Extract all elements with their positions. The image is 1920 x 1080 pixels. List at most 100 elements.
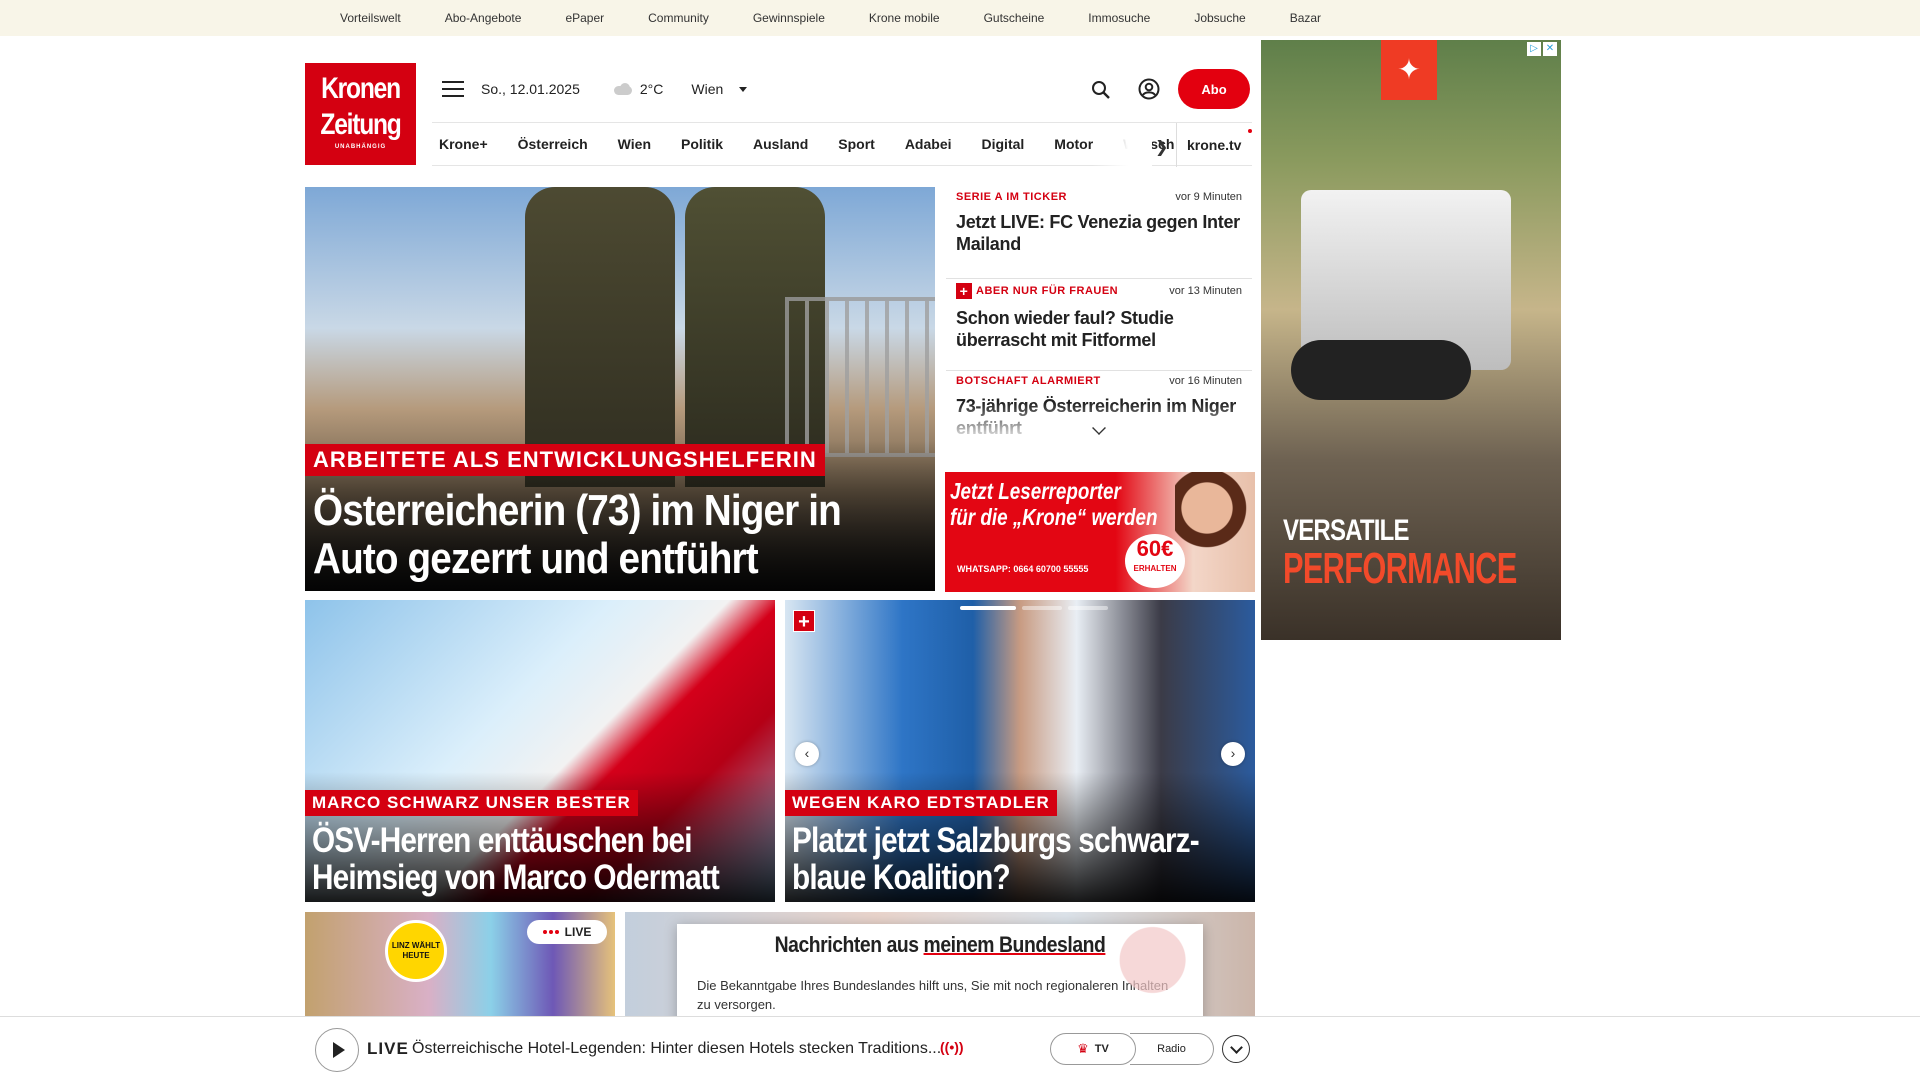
carousel-prev-icon[interactable]: ‹ — [795, 742, 819, 766]
krone-plus-icon: + — [793, 610, 815, 633]
promo-portrait — [1175, 472, 1255, 592]
ad-info-icon[interactable]: ▷ — [1527, 42, 1541, 56]
leserreporter-promo-banner[interactable]: Jetzt Leserreporter für die „Krone“ werd… — [945, 472, 1255, 592]
tv-toggle[interactable]: ♛ TV — [1050, 1033, 1136, 1065]
logo-line-2: Zeitung — [320, 108, 401, 141]
cloud-weather-icon — [612, 83, 634, 95]
ticker-item[interactable]: SERIE A IM TICKER vor 9 Minuten Jetzt LI… — [946, 187, 1252, 279]
ticker-time: vor 13 Minuten — [1169, 285, 1242, 297]
ticker-kicker: ABER NUR FÜR FRAUEN — [976, 285, 1119, 297]
logo-tagline: UNABHÄNGIG — [334, 144, 387, 150]
header-bar: So., 12.01.2025 2°C Wien Abo — [432, 64, 1252, 114]
ticker-time: vor 9 Minuten — [1175, 191, 1242, 203]
live-dot-indicator — [1248, 129, 1252, 133]
nav-item-motor[interactable]: Motor — [1054, 136, 1093, 152]
promo-line-1: Jetzt Leserreporter — [950, 478, 1121, 504]
current-date: So., 12.01.2025 — [481, 81, 580, 97]
card-headline[interactable]: Platzt jetzt Salzburgs schwarz-blaue Koa… — [792, 822, 1234, 896]
hamburger-menu-icon[interactable] — [442, 81, 464, 97]
linz-waehlt-badge: LINZ WÄHLT HEUTE — [385, 920, 447, 982]
nav-item-oesterreich[interactable]: Österreich — [518, 136, 588, 152]
carousel-indicator — [960, 606, 1108, 610]
topbar-link-epaper[interactable]: ePaper — [565, 11, 604, 25]
bobcat-logo-icon: ✦ — [1381, 40, 1437, 100]
ticker-kicker-wrap: + ABER NUR FÜR FRAUEN — [956, 283, 1118, 299]
topbar-link-abo-angebote[interactable]: Abo-Angebote — [445, 11, 522, 25]
news-ticker: SERIE A IM TICKER vor 9 Minuten Jetzt LI… — [946, 187, 1252, 443]
chevron-right-icon[interactable]: ❯ — [1155, 137, 1168, 157]
user-account-icon[interactable] — [1138, 78, 1160, 100]
topbar-link-gutscheine[interactable]: Gutscheine — [984, 11, 1045, 25]
kronen-zeitung-logo[interactable]: Kronen Zeitung UNABHÄNGIG — [305, 63, 416, 165]
topbar-link-krone-mobile[interactable]: Krone mobile — [869, 11, 940, 25]
dialog-title: Nachrichten aus meinem Bundesland — [709, 932, 1172, 958]
card-kicker: WEGEN KARO EDTSTADLER — [785, 790, 1057, 816]
hero-article[interactable]: ARBEITETE ALS ENTWICKLUNGSHELFERIN Öster… — [305, 187, 935, 591]
article-card-ski[interactable]: MARCO SCHWARZ UNSER BESTER ÖSV-Herren en… — [305, 600, 775, 902]
nav-item-krone-tv[interactable]: krone.tv — [1176, 123, 1241, 167]
nav-item-ausland[interactable]: Ausland — [753, 136, 808, 152]
promo-headline: Jetzt Leserreporter für die „Krone“ werd… — [950, 478, 1157, 530]
ad-machine-track — [1291, 340, 1471, 400]
nav-item-sport[interactable]: Sport — [838, 136, 875, 152]
search-icon[interactable] — [1091, 80, 1111, 100]
tv-label: TV — [1094, 1043, 1109, 1055]
live-dots-icon — [542, 930, 547, 934]
city-selector[interactable]: Wien — [691, 81, 723, 97]
topbar-link-vorteilswelt[interactable]: Vorteilswelt — [340, 11, 401, 25]
hero-kicker: ARBEITETE ALS ENTWICKLUNGSHELFERIN — [305, 444, 825, 476]
topbar-link-bazar[interactable]: Bazar — [1290, 11, 1321, 25]
topbar-link-community[interactable]: Community — [648, 11, 709, 25]
nav-item-adabei[interactable]: Adabei — [905, 136, 952, 152]
ad-close-icon[interactable]: ✕ — [1543, 42, 1557, 56]
hero-headline[interactable]: Österreicherin (73) im Niger in Auto gez… — [313, 487, 842, 583]
topbar-link-jobsuche[interactable]: Jobsuche — [1194, 11, 1245, 25]
ticker-headline[interactable]: Schon wieder faul? Studie überrascht mit… — [956, 307, 1242, 351]
broadcast-icon: ((•)) — [940, 1039, 964, 1055]
main-navigation: Krone+ Österreich Wien Politik Ausland S… — [432, 122, 1252, 167]
ad-slogan-line-2: PERFORMANCE — [1283, 544, 1517, 593]
ticker-headline[interactable]: Jetzt LIVE: FC Venezia gegen Inter Maila… — [956, 211, 1242, 255]
crown-icon: ♛ — [1077, 1041, 1089, 1056]
radio-toggle[interactable]: Radio — [1130, 1033, 1214, 1065]
krone-plus-icon: + — [956, 283, 972, 299]
player-title[interactable]: Österreichische Hotel-Legenden: Hinter d… — [412, 1040, 941, 1058]
abo-button[interactable]: Abo — [1178, 69, 1250, 109]
topbar-link-immosuche[interactable]: Immosuche — [1088, 11, 1150, 25]
dialog-title-pre: Nachrichten aus — [774, 932, 924, 957]
ad-info-controls: ▷ ✕ — [1527, 42, 1557, 56]
topbar-link-gewinnspiele[interactable]: Gewinnspiele — [753, 11, 825, 25]
chevron-down-icon[interactable] — [739, 86, 748, 92]
promo-reward-label: ERHALTEN — [1133, 564, 1177, 573]
ticker-item[interactable]: + ABER NUR FÜR FRAUEN vor 13 Minuten Scho… — [946, 279, 1252, 371]
ad-slogan-line-1: VERSATILE — [1283, 514, 1410, 547]
advertisement-banner[interactable]: ✦ ▷ ✕ VERSATILE PERFORMANCE — [1261, 40, 1561, 640]
ticker-kicker: SERIE A IM TICKER — [956, 191, 1067, 203]
expand-chevron-icon[interactable] — [1222, 1035, 1250, 1063]
whatsapp-number: WHATSAPP: 0664 60700 55555 — [957, 564, 1089, 574]
promo-reward-value: 60€ — [1136, 536, 1174, 561]
temperature: 2°C — [639, 81, 664, 97]
player-live-label: LIVE — [367, 1039, 409, 1058]
nav-fade-overlay — [1092, 123, 1152, 167]
nav-item-digital[interactable]: Digital — [982, 136, 1025, 152]
dialog-title-highlight: meinem Bundesland — [923, 932, 1106, 957]
nav-item-politik[interactable]: Politik — [681, 136, 723, 152]
article-card-carousel[interactable]: + ‹ › WEGEN KARO EDTSTADLER Platzt jetzt… — [785, 600, 1255, 902]
top-utility-bar: Vorteilswelt Abo-Angebote ePaper Communi… — [0, 0, 1920, 36]
live-badge: LIVE — [527, 920, 607, 944]
promo-line-2: für die „Krone“ werden — [950, 504, 1158, 530]
live-label: LIVE — [564, 925, 592, 939]
card-kicker: MARCO SCHWARZ UNSER BESTER — [305, 790, 638, 816]
ticker-kicker: BOTSCHAFT ALARMIERT — [956, 375, 1101, 387]
card-headline[interactable]: ÖSV-Herren enttäuschen bei Heimsieg von … — [312, 822, 754, 896]
nav-item-krone-plus[interactable]: Krone+ — [439, 136, 488, 152]
play-button[interactable] — [315, 1028, 359, 1072]
hero-image-railing — [785, 297, 935, 457]
promo-reward-badge: 60€ ERHALTEN — [1125, 534, 1185, 588]
carousel-next-icon[interactable]: › — [1221, 742, 1245, 766]
ticker-time: vor 16 Minuten — [1169, 375, 1242, 387]
nav-item-wien[interactable]: Wien — [618, 136, 651, 152]
logo-line-1: Kronen — [321, 72, 401, 105]
live-player-bar: LIVE Österreichische Hotel-Legenden: Hin… — [0, 1016, 1920, 1080]
